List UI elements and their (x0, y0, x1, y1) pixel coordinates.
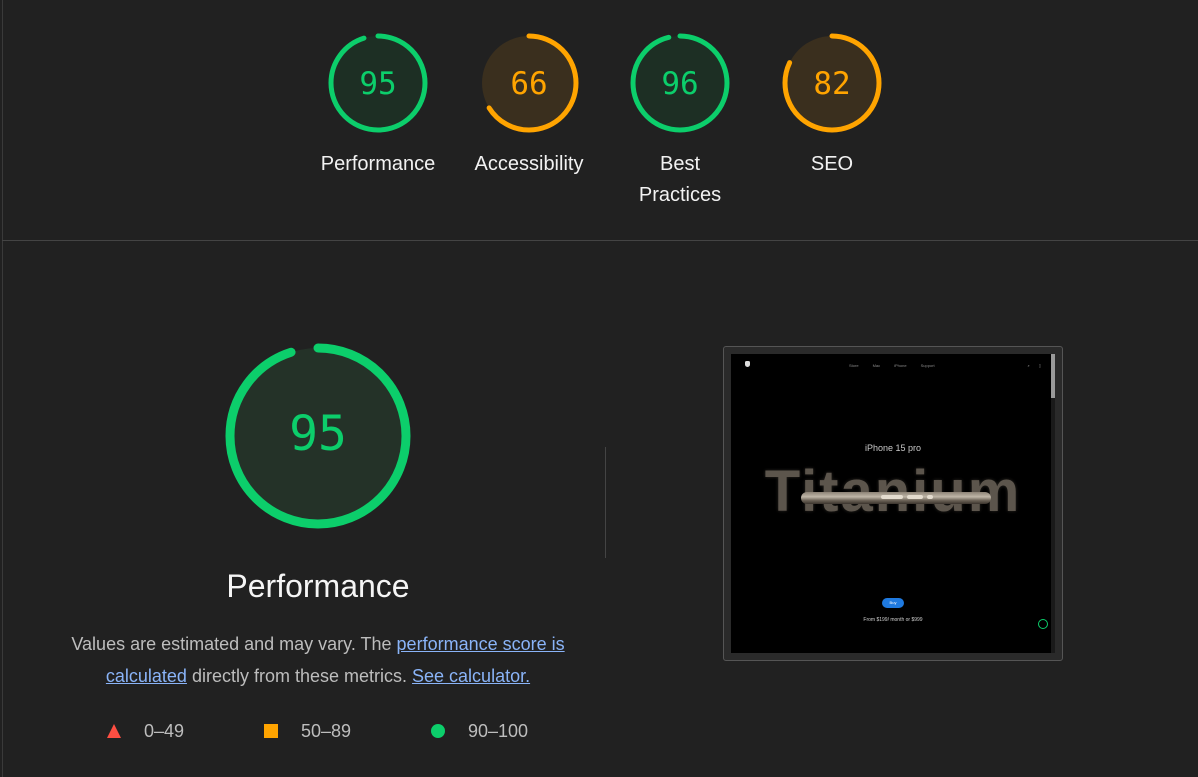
screenshot-scroll-thumb (1051, 354, 1055, 398)
gauge-performance-ring: 95 (328, 33, 428, 133)
gauge-performance[interactable]: 95 Performance (308, 31, 448, 180)
section-divider (605, 447, 606, 558)
desc-text-2: directly from these metrics. (186, 666, 413, 686)
gauge-accessibility[interactable]: 66 Accessibility (459, 31, 599, 180)
screenshot-nav-links: Store Mac iPhone Support (849, 363, 935, 368)
gauge-performance-score: 95 (359, 66, 396, 102)
legend-average-range: 50–89 (301, 720, 352, 741)
desc-text-1: Values are estimated and may vary. The (71, 634, 397, 654)
gauge-seo-label: SEO (810, 153, 854, 175)
header-divider (2, 240, 1198, 241)
triangle-icon (107, 724, 121, 738)
phone-button (907, 495, 923, 499)
legend-pass: 90–100 (430, 718, 528, 744)
screenshot-nav-link: Support (920, 363, 935, 368)
bag-icon: ▯ (1038, 363, 1041, 368)
screenshot-nav-icons: ⌕ ▯ (1028, 363, 1041, 368)
gauge-seo-score: 82 (813, 66, 850, 102)
circle-icon (431, 724, 445, 738)
legend-fail: 0–49 (106, 718, 184, 744)
gauge-best-practices-label: Best Practices (638, 153, 722, 206)
performance-title: Performance (226, 568, 410, 604)
gauge-performance-label: Performance (320, 153, 436, 175)
screenshot-nav-link: Mac (872, 363, 881, 368)
see-calculator-link[interactable]: See calculator. (412, 666, 530, 686)
gauge-best-practices[interactable]: 96 Best Practices (610, 31, 750, 211)
apple-logo-icon (745, 361, 750, 367)
screenshot-nav-link: Store (849, 363, 859, 368)
final-screenshot[interactable]: Store Mac iPhone Support ⌕ ▯ iPhone 15 p… (723, 346, 1063, 661)
screenshot-price: From $199/ month or $999 (863, 617, 923, 623)
gauge-seo[interactable]: 82 SEO (762, 31, 902, 180)
gauge-accessibility-ring: 66 (479, 33, 579, 133)
phone-button (881, 495, 903, 499)
legend-fail-range: 0–49 (144, 720, 185, 741)
performance-gauge-large: 95 (223, 341, 413, 531)
phone-image (801, 492, 991, 504)
screenshot-buy-button: Buy (882, 598, 904, 608)
performance-gauge-ring: 95 (225, 343, 411, 529)
screenshot-nav-link: iPhone (894, 363, 907, 368)
legend-pass-range: 90–100 (468, 720, 529, 741)
gauge-accessibility-label: Accessibility (474, 153, 584, 175)
square-icon (264, 724, 278, 738)
chat-icon (1038, 619, 1048, 629)
performance-description: Values are estimated and may vary. The p… (56, 628, 580, 692)
left-border (2, 0, 3, 777)
phone-button (927, 495, 933, 499)
gauge-best-practices-ring: 96 (630, 33, 730, 133)
gauge-accessibility-score: 66 (510, 66, 547, 102)
gauge-seo-ring: 82 (782, 33, 882, 133)
legend-average: 50–89 (263, 718, 351, 744)
screenshot-scrollbar (1051, 354, 1055, 653)
screenshot-product-name: iPhone 15 pro (864, 443, 922, 453)
performance-score-large: 95 (289, 406, 347, 462)
screenshot-viewport: Store Mac iPhone Support ⌕ ▯ iPhone 15 p… (731, 354, 1055, 653)
gauge-best-practices-score: 96 (661, 66, 698, 102)
search-icon: ⌕ (1027, 363, 1030, 368)
